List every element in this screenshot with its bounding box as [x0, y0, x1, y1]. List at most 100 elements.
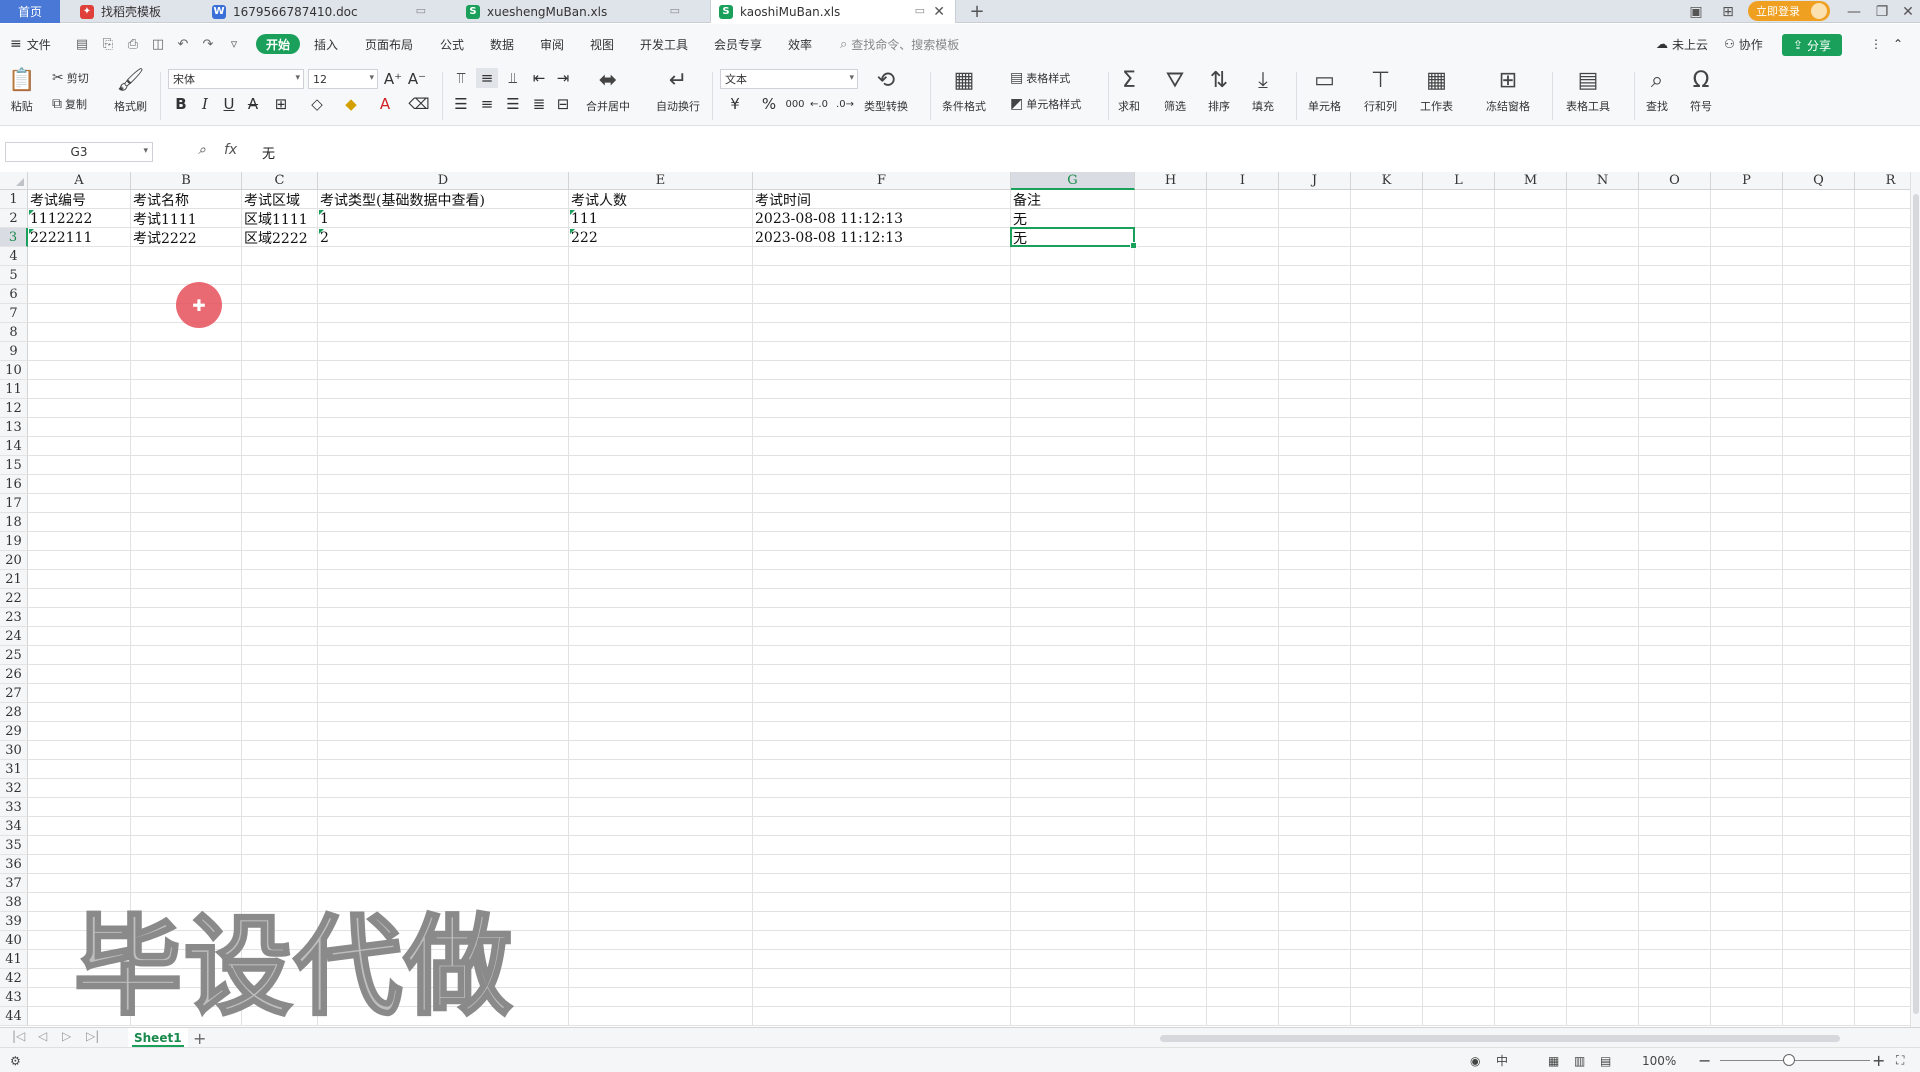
select-all-corner[interactable] — [0, 172, 28, 190]
filter-button[interactable]: ⛛ 筛选 — [1164, 68, 1186, 114]
number-format-select[interactable]: 文本 ▾ — [720, 69, 858, 89]
row-header-38[interactable]: 38 — [0, 893, 28, 912]
column-header-I[interactable]: I — [1207, 172, 1279, 190]
login-button[interactable]: 立即登录 — [1748, 1, 1830, 21]
collapse-ribbon-icon[interactable]: ⌃ — [1893, 24, 1903, 64]
zoom-slider-track[interactable] — [1720, 1060, 1870, 1061]
cell-A1[interactable]: 考试编号 — [28, 190, 131, 209]
normal-view-icon[interactable]: ▦ — [1548, 1048, 1559, 1072]
tab-formula[interactable]: 公式 — [440, 24, 464, 64]
minimize-icon[interactable]: — — [1842, 0, 1866, 23]
decrease-decimal-icon[interactable]: .0→ — [834, 94, 856, 114]
pin-icon[interactable]: ▭ — [670, 4, 680, 17]
column-header-C[interactable]: C — [242, 172, 318, 190]
row-header-4[interactable]: 4 — [0, 247, 28, 266]
row-header-16[interactable]: 16 — [0, 475, 28, 494]
fill-color-icon[interactable]: ◆ — [340, 94, 362, 114]
wrap-text-button[interactable]: ↵ 自动换行 — [656, 68, 700, 114]
share-button[interactable]: ⇪ 分享 — [1782, 34, 1842, 56]
macro-record-icon[interactable]: ⚙ — [10, 1048, 21, 1072]
pin-icon[interactable]: ▭ — [915, 4, 925, 17]
tab-review[interactable]: 审阅 — [540, 24, 564, 64]
row-header-43[interactable]: 43 — [0, 988, 28, 1007]
scroll-thumb[interactable] — [1913, 194, 1919, 1014]
column-header-R[interactable]: R — [1855, 172, 1910, 190]
row-header-2[interactable]: 2 — [0, 209, 28, 228]
row-header-1[interactable]: 1 — [0, 190, 28, 209]
cell-F3[interactable]: 2023-08-08 11:12:13 — [753, 228, 1011, 247]
horizontal-scrollbar[interactable] — [1160, 1033, 1880, 1043]
zoom-in-icon[interactable]: + — [1872, 1048, 1885, 1072]
align-center-icon[interactable]: ≡ — [476, 94, 498, 114]
row-header-17[interactable]: 17 — [0, 494, 28, 513]
zoom-slider-knob[interactable] — [1783, 1054, 1795, 1066]
bold-icon[interactable]: B — [170, 94, 192, 114]
tab-xuesheng-sheet[interactable]: S xueshengMuBan.xls ▭ — [458, 0, 688, 23]
print-preview-icon[interactable]: ◫ — [150, 36, 166, 52]
cell-C3[interactable]: 区域2222 — [242, 228, 318, 247]
percent-icon[interactable]: % — [758, 94, 780, 114]
column-header-F[interactable]: F — [753, 172, 1011, 190]
symbol-button[interactable]: Ω 符号 — [1690, 68, 1712, 114]
row-header-27[interactable]: 27 — [0, 684, 28, 703]
tab-insert[interactable]: 插入 — [314, 24, 338, 64]
row-header-39[interactable]: 39 — [0, 912, 28, 931]
paste-button[interactable]: 📋 粘贴 — [8, 68, 35, 114]
row-header-29[interactable]: 29 — [0, 722, 28, 741]
prev-sheet-icon[interactable]: ◁ — [38, 1029, 47, 1043]
worksheet-button[interactable]: ▦ 工作表 — [1420, 68, 1453, 114]
row-header-14[interactable]: 14 — [0, 437, 28, 456]
align-bottom-icon[interactable]: ⫫ — [502, 68, 524, 88]
tab-page-layout[interactable]: 页面布局 — [365, 24, 413, 64]
undo-icon[interactable]: ↶ — [175, 36, 191, 52]
row-header-44[interactable]: 44 — [0, 1007, 28, 1026]
indent-icon[interactable]: ⇥ — [552, 68, 574, 88]
row-header-23[interactable]: 23 — [0, 608, 28, 627]
tab-start[interactable]: 开始 — [256, 34, 301, 54]
row-header-5[interactable]: 5 — [0, 266, 28, 285]
row-header-11[interactable]: 11 — [0, 380, 28, 399]
input-mode[interactable]: 中 — [1496, 1048, 1508, 1072]
cell-D1[interactable]: 考试类型(基础数据中查看) — [318, 190, 569, 209]
strikethrough-icon[interactable]: A — [242, 94, 264, 114]
quick-access-dropdown-icon[interactable]: ▿ — [226, 36, 242, 52]
column-header-D[interactable]: D — [318, 172, 569, 190]
page-break-view-icon[interactable]: ▤ — [1600, 1048, 1611, 1072]
type-convert-button[interactable]: ⟲ 类型转换 — [864, 68, 908, 114]
cell-B2[interactable]: 考试1111 — [131, 209, 242, 228]
sum-button[interactable]: Σ 求和 — [1118, 68, 1140, 114]
command-search[interactable]: ⌕ 查找命令、搜索模板 — [840, 24, 959, 64]
row-header-28[interactable]: 28 — [0, 703, 28, 722]
table-style-button[interactable]: ▤ 表格样式 — [1010, 68, 1070, 88]
export-icon[interactable]: ⎘ — [100, 36, 116, 52]
print-icon[interactable]: ⎙ — [125, 36, 141, 52]
first-sheet-icon[interactable]: |◁ — [12, 1029, 25, 1043]
cell-button[interactable]: ▭ 单元格 — [1308, 68, 1341, 114]
close-window-icon[interactable]: ✕ — [1896, 0, 1920, 23]
align-middle-icon[interactable]: ≡ — [476, 68, 498, 88]
insert-function-icon[interactable]: fx — [224, 142, 237, 158]
conditional-format-button[interactable]: ▦ 条件格式 — [942, 68, 986, 114]
row-header-13[interactable]: 13 — [0, 418, 28, 437]
row-header-31[interactable]: 31 — [0, 760, 28, 779]
row-header-9[interactable]: 9 — [0, 342, 28, 361]
decrease-font-icon[interactable]: A⁻ — [406, 69, 428, 89]
row-header-19[interactable]: 19 — [0, 532, 28, 551]
font-size-select[interactable]: 12 ▾ — [308, 69, 378, 89]
cell-B3[interactable]: 考试2222 — [131, 228, 242, 247]
tab-developer[interactable]: 开发工具 — [640, 24, 688, 64]
italic-icon[interactable]: I — [194, 94, 216, 114]
freeze-panes-button[interactable]: ⊞ 冻结窗格 — [1486, 68, 1530, 114]
add-sheet-icon[interactable]: + — [193, 1028, 206, 1048]
cloud-status[interactable]: ☁ 未上云 — [1656, 24, 1708, 64]
row-header-12[interactable]: 12 — [0, 399, 28, 418]
cell-G2[interactable]: 无 — [1011, 209, 1135, 228]
underline-icon[interactable]: U — [218, 94, 240, 114]
thousands-separator-icon[interactable]: 000 — [784, 94, 806, 114]
cell-D2[interactable]: 1 — [318, 209, 569, 228]
clear-format-icon[interactable]: ⌫ — [408, 94, 430, 114]
row-header-30[interactable]: 30 — [0, 741, 28, 760]
align-left-icon[interactable]: ☰ — [450, 94, 472, 114]
row-header-33[interactable]: 33 — [0, 798, 28, 817]
close-tab-icon[interactable]: ✕ — [933, 4, 945, 20]
